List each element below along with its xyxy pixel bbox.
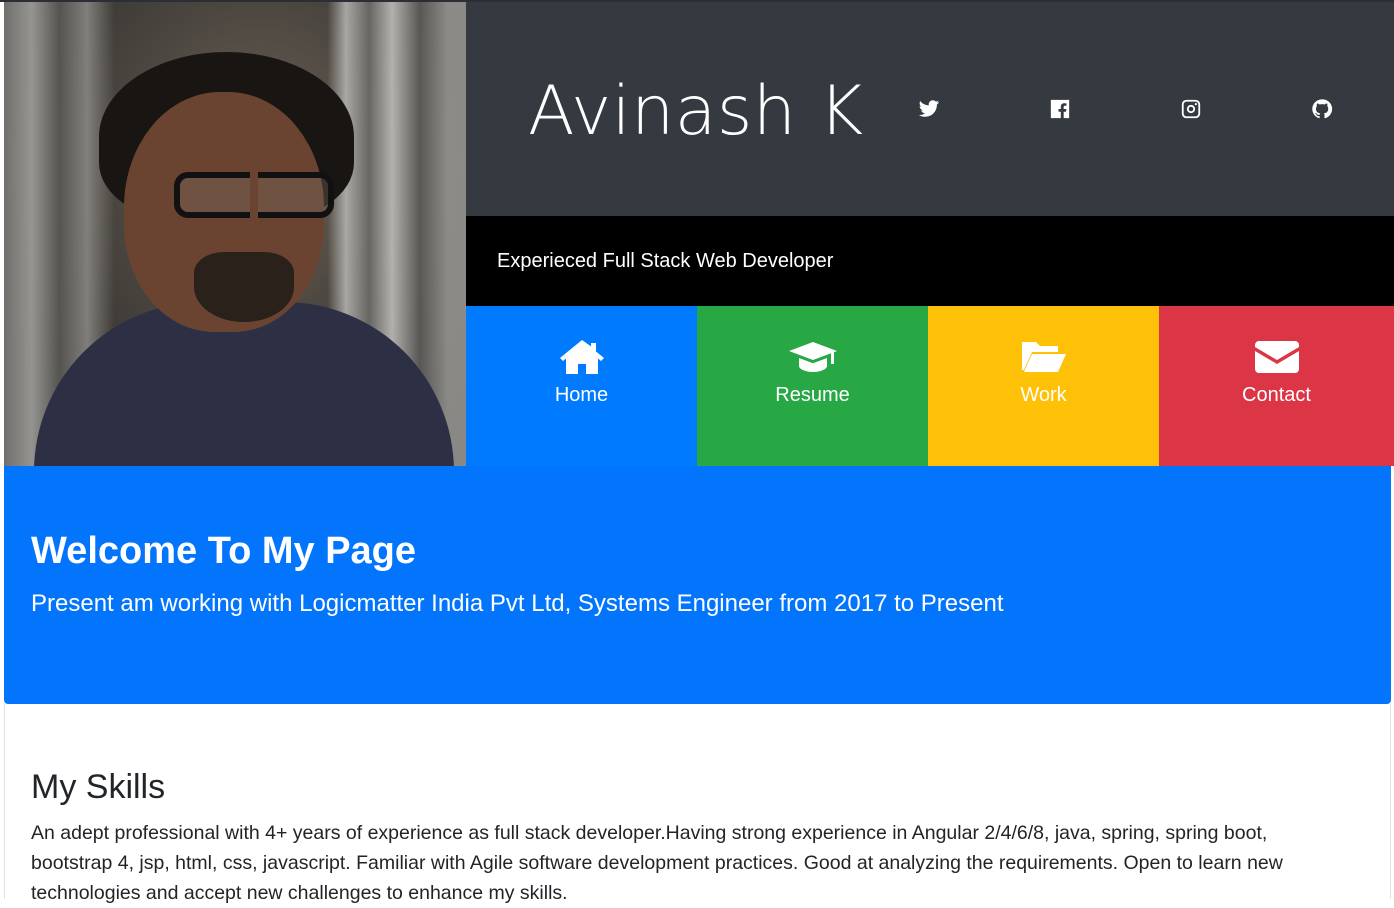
welcome-jumbotron: Welcome To My Page Present am working wi… (4, 466, 1391, 704)
home-icon (559, 340, 604, 374)
folder-open-icon (1021, 342, 1066, 372)
instagram-link[interactable] (1180, 98, 1204, 122)
profile-photo (4, 2, 466, 466)
nav-work[interactable]: Work (928, 306, 1159, 466)
github-link[interactable] (1311, 98, 1335, 122)
intro-prefix: Present am working with Logicmatter Indi… (31, 590, 578, 617)
photo-glasses (174, 172, 334, 218)
tagline: Experieced Full Stack Web Developer (497, 250, 834, 272)
skills-section: My Skills An adept professional with 4+ … (4, 704, 1391, 904)
main-nav: Home Resume Work Contact (466, 306, 1394, 466)
skills-title: My Skills (31, 768, 166, 806)
nav-home[interactable]: Home (466, 306, 697, 466)
role-highlight: Systems Engineer (577, 590, 773, 617)
intro-mid: from (772, 590, 835, 617)
welcome-intro: Present am working with Logicmatter Indi… (31, 590, 1003, 618)
nav-resume[interactable]: Resume (697, 306, 928, 466)
graduation-cap-icon (788, 342, 837, 372)
period-highlight: 2017 to Present (834, 590, 1004, 617)
photo-beard (194, 252, 294, 322)
facebook-link[interactable] (1049, 98, 1073, 122)
nav-contact[interactable]: Contact (1159, 306, 1394, 466)
twitter-link[interactable] (918, 98, 942, 122)
envelope-icon (1254, 341, 1299, 373)
nav-contact-label: Contact (1242, 384, 1311, 406)
instagram-icon (1181, 99, 1201, 119)
skills-description: An adept professional with 4+ years of e… (31, 822, 1283, 904)
welcome-title: Welcome To My Page (31, 530, 417, 572)
nav-home-label: Home (554, 384, 609, 406)
tagline-banner: Experieced Full Stack Web Developer (466, 216, 1394, 306)
site-owner-name: Avinash K (528, 72, 864, 151)
github-icon (1312, 99, 1333, 119)
nav-resume-label: Resume (775, 384, 850, 406)
name-banner: Avinash K (466, 2, 1394, 216)
nav-work-label: Work (1020, 384, 1067, 406)
twitter-icon (918, 100, 940, 117)
facebook-icon (1050, 99, 1070, 119)
